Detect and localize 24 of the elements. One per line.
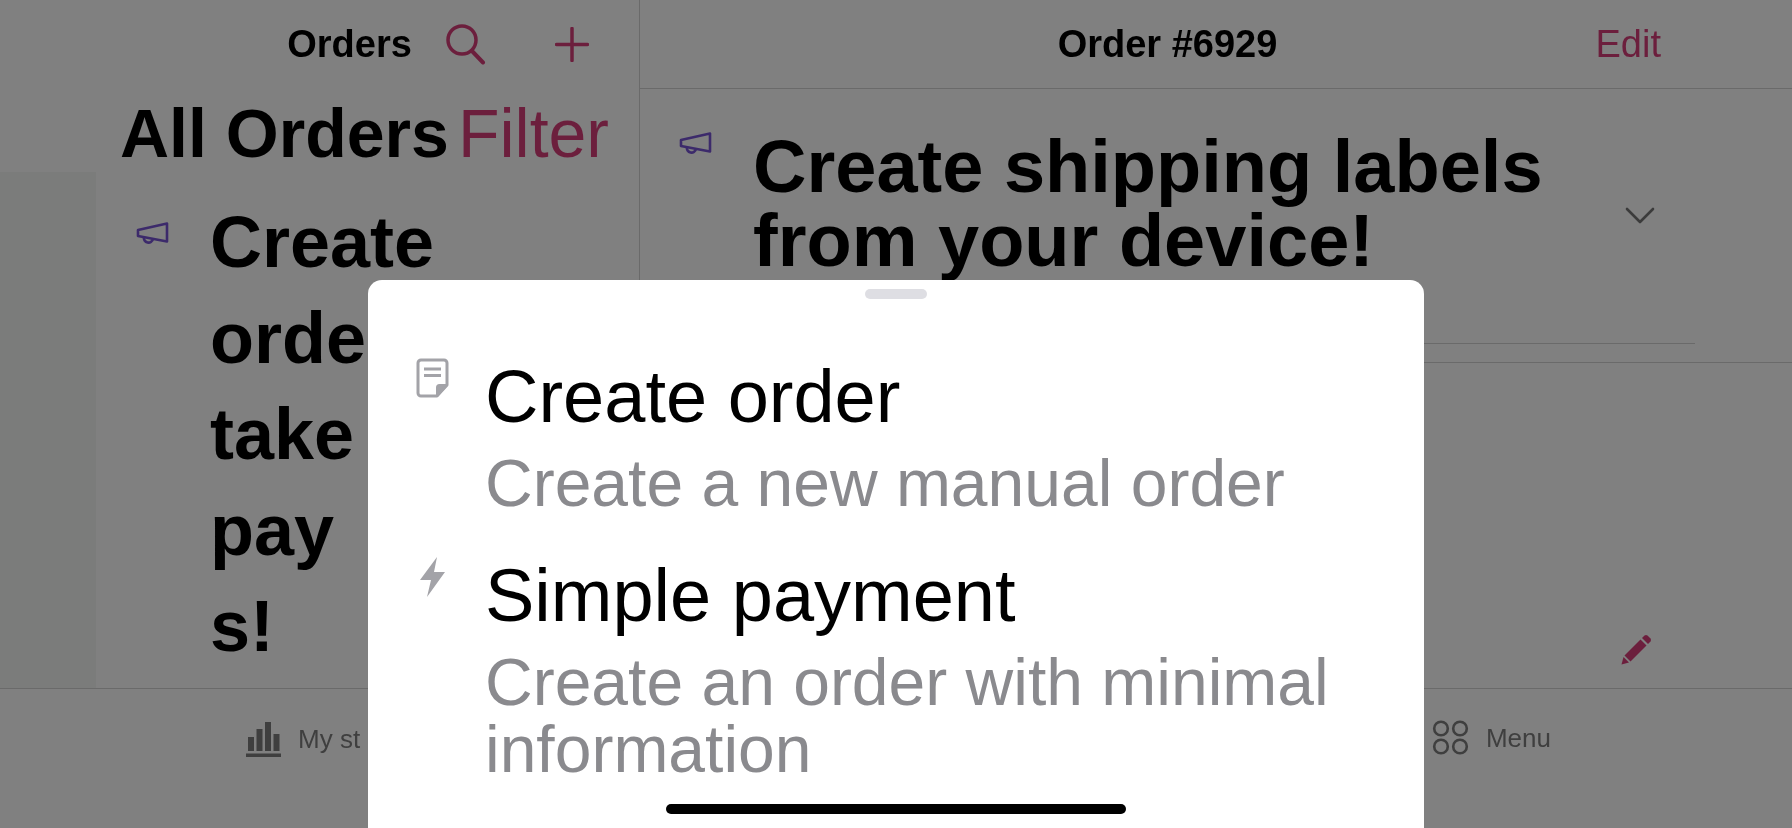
menu-option[interactable]: Create order Create a new manual order (415, 358, 1285, 517)
banner-text-line: orde (210, 302, 367, 374)
nav-title: Orders (287, 22, 412, 66)
large-title: All Orders (120, 98, 449, 168)
banner-text-line: s! (210, 590, 275, 662)
tab[interactable]: Menu (1431, 720, 1551, 755)
chevron-down-icon[interactable] (1625, 207, 1655, 224)
banner-text-line: take (210, 398, 355, 470)
document-icon (415, 358, 449, 398)
circles-grid-icon (1431, 720, 1469, 755)
bar-chart-icon (246, 720, 281, 757)
nav-title: Order #6929 (1057, 22, 1278, 66)
megaphone-icon (679, 132, 712, 154)
plus-icon[interactable] (555, 26, 589, 62)
filter-button[interactable]: Filter (457, 98, 609, 168)
megaphone-icon (136, 222, 169, 244)
search-icon[interactable] (445, 23, 486, 65)
pencil-icon[interactable] (1621, 634, 1652, 665)
banner-text: Create shipping labels from your device! (753, 130, 1544, 278)
banner-text-line: Create (210, 206, 435, 278)
edit-button[interactable]: Edit (1595, 24, 1661, 64)
menu-option[interactable]: Simple payment Create an order with minimal information (415, 557, 1385, 783)
lightning-icon (417, 557, 447, 597)
tab[interactable]: My st (246, 720, 361, 757)
